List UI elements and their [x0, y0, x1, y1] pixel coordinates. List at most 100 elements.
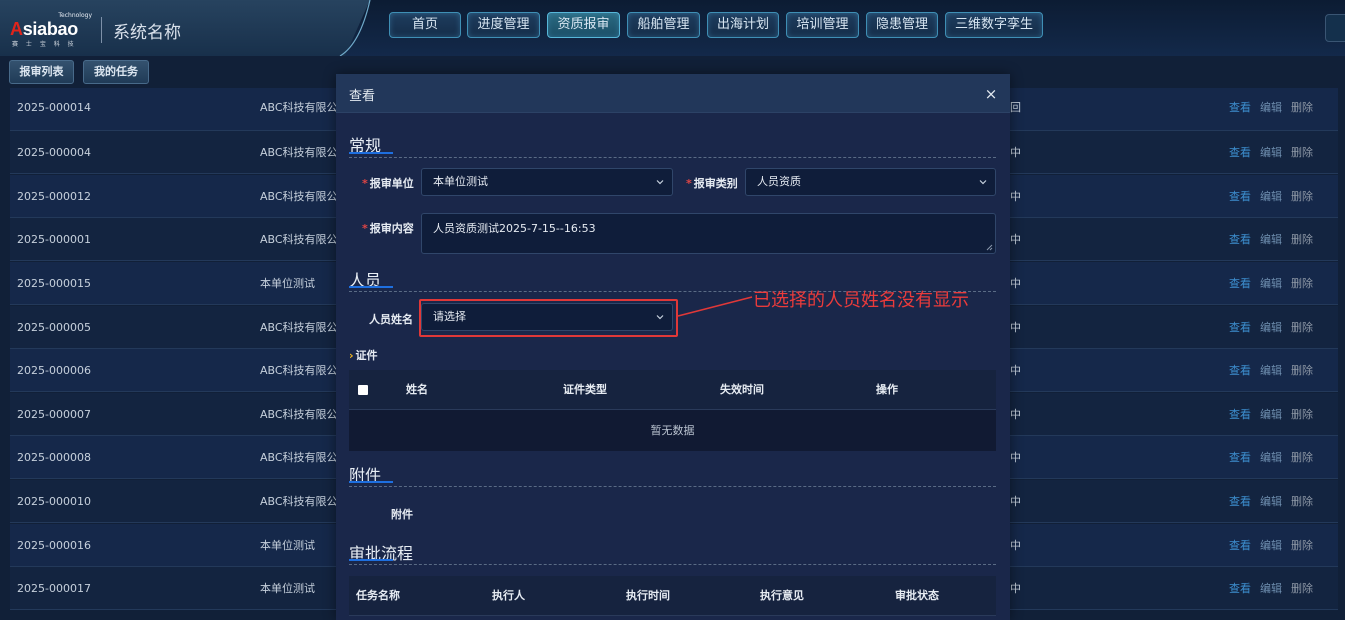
edit-link[interactable]: 编辑: [1260, 262, 1282, 305]
edit-link[interactable]: 编辑: [1260, 436, 1282, 479]
edit-link[interactable]: 编辑: [1260, 218, 1282, 261]
section-divider: [349, 564, 996, 565]
nav-qualification[interactable]: 资质报审: [547, 12, 620, 38]
dialog-title: 查看: [349, 89, 376, 104]
row-id: 2025-000007: [17, 408, 91, 421]
row-status: 中: [1010, 408, 1021, 421]
edit-link[interactable]: 编辑: [1260, 306, 1282, 349]
dialog-header: 查看 ×: [336, 74, 1010, 113]
delete-link[interactable]: 删除: [1291, 306, 1313, 349]
chevron-right-icon: ›: [349, 349, 354, 362]
nav-training[interactable]: 培训管理: [786, 12, 859, 38]
delete-link[interactable]: 删除: [1291, 524, 1313, 567]
view-link[interactable]: 查看: [1229, 480, 1251, 523]
row-status: 中: [1010, 146, 1021, 159]
edit-link[interactable]: 编辑: [1260, 393, 1282, 436]
section-underline: [349, 481, 393, 483]
certificate-table-body: 暂无数据: [349, 410, 996, 451]
resize-handle-icon[interactable]: [986, 244, 993, 251]
row-id: 2025-000008: [17, 451, 91, 464]
nav-sea-plan[interactable]: 出海计划: [707, 12, 779, 38]
row-status: 中: [1010, 539, 1021, 552]
view-link[interactable]: 查看: [1229, 306, 1251, 349]
view-link[interactable]: 查看: [1229, 436, 1251, 479]
delete-link[interactable]: 删除: [1291, 393, 1313, 436]
row-status: 中: [1010, 277, 1021, 290]
row-id: 2025-000006: [17, 364, 91, 377]
category-label: * 报审类别: [686, 177, 738, 190]
col-exec-opinion: 执行意见: [760, 589, 804, 602]
view-link[interactable]: 查看: [1229, 524, 1251, 567]
tab-my-tasks[interactable]: 我的任务: [83, 60, 149, 84]
edit-link[interactable]: 编辑: [1260, 131, 1282, 174]
close-icon[interactable]: ×: [984, 87, 998, 102]
row-status: 中: [1010, 190, 1021, 203]
row-unit: ABC科技有限公司: [260, 101, 340, 114]
delete-link[interactable]: 删除: [1291, 567, 1313, 610]
edit-link[interactable]: 编辑: [1260, 567, 1282, 610]
view-link[interactable]: 查看: [1229, 393, 1251, 436]
logo-divider: [101, 17, 102, 43]
row-id: 2025-000005: [17, 321, 91, 334]
content-textarea[interactable]: 人员资质测试2025-7-15--16:53: [421, 213, 996, 254]
col-approval-status: 审批状态: [895, 589, 939, 602]
row-unit: ABC科技有限公司: [260, 233, 340, 246]
logo-chinese: 赛 士 宝 科 技: [12, 41, 77, 48]
row-status: 中: [1010, 495, 1021, 508]
company-logo: Technology Asiabao 赛 士 宝 科 技: [10, 12, 92, 48]
row-id: 2025-000014: [17, 101, 91, 114]
delete-link[interactable]: 删除: [1291, 436, 1313, 479]
edit-link[interactable]: 编辑: [1260, 349, 1282, 392]
logo-tech-text: Technology: [58, 12, 92, 19]
nav-hazard[interactable]: 隐患管理: [866, 12, 938, 38]
edit-link[interactable]: 编辑: [1260, 524, 1282, 567]
delete-link[interactable]: 删除: [1291, 349, 1313, 392]
edit-link[interactable]: 编辑: [1260, 480, 1282, 523]
tab-review-list[interactable]: 报审列表: [9, 60, 74, 84]
unit-select[interactable]: 本单位测试: [421, 168, 673, 196]
attachment-label: 附件: [391, 508, 413, 521]
view-link[interactable]: 查看: [1229, 175, 1251, 218]
nav-digital-twin[interactable]: 三维数字孪生: [945, 12, 1043, 38]
nav-ship[interactable]: 船舶管理: [627, 12, 700, 38]
view-link[interactable]: 查看: [1229, 262, 1251, 305]
row-unit: ABC科技有限公司: [260, 190, 340, 203]
delete-link[interactable]: 删除: [1291, 175, 1313, 218]
delete-link[interactable]: 删除: [1291, 86, 1313, 129]
col-task-name: 任务名称: [356, 589, 400, 602]
row-id: 2025-000016: [17, 539, 91, 552]
section-divider: [349, 486, 996, 487]
delete-link[interactable]: 删除: [1291, 218, 1313, 261]
edit-link[interactable]: 编辑: [1260, 175, 1282, 218]
nav-home[interactable]: 首页: [389, 12, 461, 38]
section-underline: [349, 152, 393, 154]
row-status: 中: [1010, 364, 1021, 377]
section-divider: [349, 157, 996, 158]
row-unit: 本单位测试: [260, 277, 315, 290]
row-status: 中: [1010, 321, 1021, 334]
header-side-button[interactable]: [1325, 14, 1345, 42]
system-name: 系统名称: [113, 23, 181, 43]
annotation-highlight-box: [419, 299, 678, 337]
chevron-down-icon: [656, 180, 664, 185]
delete-link[interactable]: 删除: [1291, 262, 1313, 305]
select-all-checkbox[interactable]: [358, 385, 368, 395]
view-link[interactable]: 查看: [1229, 218, 1251, 261]
row-unit: 本单位测试: [260, 582, 315, 595]
row-status: 中: [1010, 582, 1021, 595]
col-cert-type: 证件类型: [563, 383, 607, 396]
view-link[interactable]: 查看: [1229, 349, 1251, 392]
nav-progress[interactable]: 进度管理: [467, 12, 540, 38]
certificate-subtitle: › 证件: [349, 349, 378, 362]
delete-link[interactable]: 删除: [1291, 480, 1313, 523]
view-link[interactable]: 查看: [1229, 131, 1251, 174]
category-select[interactable]: 人员资质: [745, 168, 996, 196]
delete-link[interactable]: 删除: [1291, 131, 1313, 174]
row-id: 2025-000015: [17, 277, 91, 290]
col-operation: 操作: [876, 383, 898, 396]
view-link[interactable]: 查看: [1229, 567, 1251, 610]
view-link[interactable]: 查看: [1229, 86, 1251, 129]
annotation-text: 已选择的人员姓名没有显示: [753, 290, 969, 311]
col-name: 姓名: [406, 383, 428, 396]
edit-link[interactable]: 编辑: [1260, 86, 1282, 129]
